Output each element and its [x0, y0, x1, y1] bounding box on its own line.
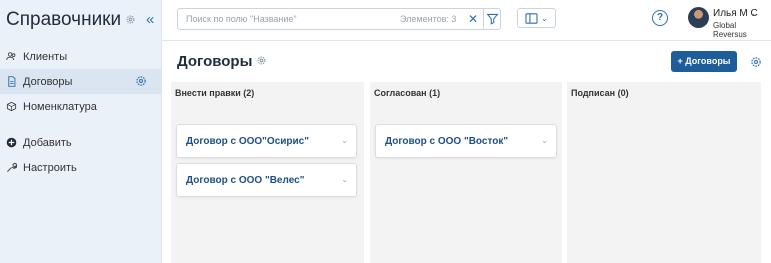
add-contract-button[interactable]: + Договоры: [671, 51, 737, 72]
box-icon: [6, 101, 17, 112]
gear-icon[interactable]: [750, 55, 762, 73]
column-title: Подписан (0): [571, 88, 629, 98]
configure-button[interactable]: Настроить: [0, 155, 162, 180]
users-icon: [6, 52, 16, 60]
wrench-icon: [7, 162, 17, 172]
app-title-text: Справочники: [6, 9, 122, 30]
sidebar-item-nomenclature[interactable]: Номенклатура: [0, 94, 162, 119]
gear-icon[interactable]: [135, 75, 153, 90]
kanban-column: Внести правки (2) Договор с ООО"Осирис" …: [171, 82, 364, 263]
help-icon[interactable]: ?: [652, 10, 668, 26]
document-icon: [8, 76, 16, 87]
sidebar-item-label: Договоры: [23, 75, 73, 88]
sidebar-item-contracts[interactable]: Договоры: [0, 69, 162, 94]
column-title: Внести правки (2): [175, 88, 255, 98]
column-title: Согласован (1): [374, 88, 441, 98]
page-title: Договоры: [177, 53, 267, 70]
add-label: Добавить: [23, 136, 72, 149]
filter-icon[interactable]: [486, 12, 499, 30]
columns-view-icon: [525, 12, 538, 24]
kanban-column: Согласован (1) Договор с ООО "Восток" ⌄: [370, 82, 562, 263]
sidebar-item-label: Номенклатура: [23, 100, 97, 113]
element-count: Элементов: 3: [400, 14, 457, 24]
sidebar-item-clients[interactable]: Клиенты: [0, 44, 162, 69]
chevron-down-icon[interactable]: ⌄: [341, 136, 348, 145]
gear-icon[interactable]: [256, 53, 267, 70]
kanban-card[interactable]: Договор с ООО"Осирис" ⌄: [176, 124, 357, 158]
topbar: Поиск по полю "Название" Элементов: 3 ✕ …: [162, 0, 771, 41]
configure-label: Настроить: [23, 161, 77, 174]
kanban-card[interactable]: Договор с ООО "Велес" ⌄: [176, 163, 357, 197]
user-org: Global Reversus: [713, 21, 747, 39]
card-title[interactable]: Договор с ООО"Осирис": [186, 136, 309, 147]
avatar[interactable]: [688, 7, 709, 28]
app-title: Справочники: [6, 9, 136, 31]
chevron-down-icon: ⌄: [541, 13, 548, 23]
card-title[interactable]: Договор с ООО "Велес": [186, 175, 304, 186]
search-placeholder: Поиск по полю "Название": [186, 14, 297, 24]
kanban-card[interactable]: Договор с ООО "Восток" ⌄: [375, 124, 557, 158]
card-title[interactable]: Договор с ООО "Восток": [385, 136, 508, 147]
chevron-down-icon[interactable]: ⌄: [751, 8, 759, 19]
kanban-column: Подписан (0): [567, 82, 761, 263]
add-circle-icon: [6, 137, 17, 148]
view-mode-button[interactable]: ⌄: [517, 8, 556, 28]
collapse-sidebar-icon[interactable]: «: [146, 12, 154, 27]
sidebar-item-label: Клиенты: [23, 50, 68, 63]
chevron-down-icon[interactable]: ⌄: [541, 136, 548, 145]
gear-icon[interactable]: [125, 9, 136, 31]
search-input[interactable]: Поиск по полю "Название" Элементов: 3 ✕: [177, 8, 501, 30]
add-directory-button[interactable]: Добавить: [0, 130, 162, 155]
page-title-text: Договоры: [177, 53, 253, 70]
clear-icon[interactable]: ✕: [468, 12, 478, 26]
chevron-down-icon[interactable]: ⌄: [341, 175, 348, 184]
sidebar-nav: Клиенты Договоры Номенклатура Добавить Н…: [0, 44, 162, 180]
sidebar: Справочники « Клиенты Договоры Номенклат…: [0, 0, 162, 263]
